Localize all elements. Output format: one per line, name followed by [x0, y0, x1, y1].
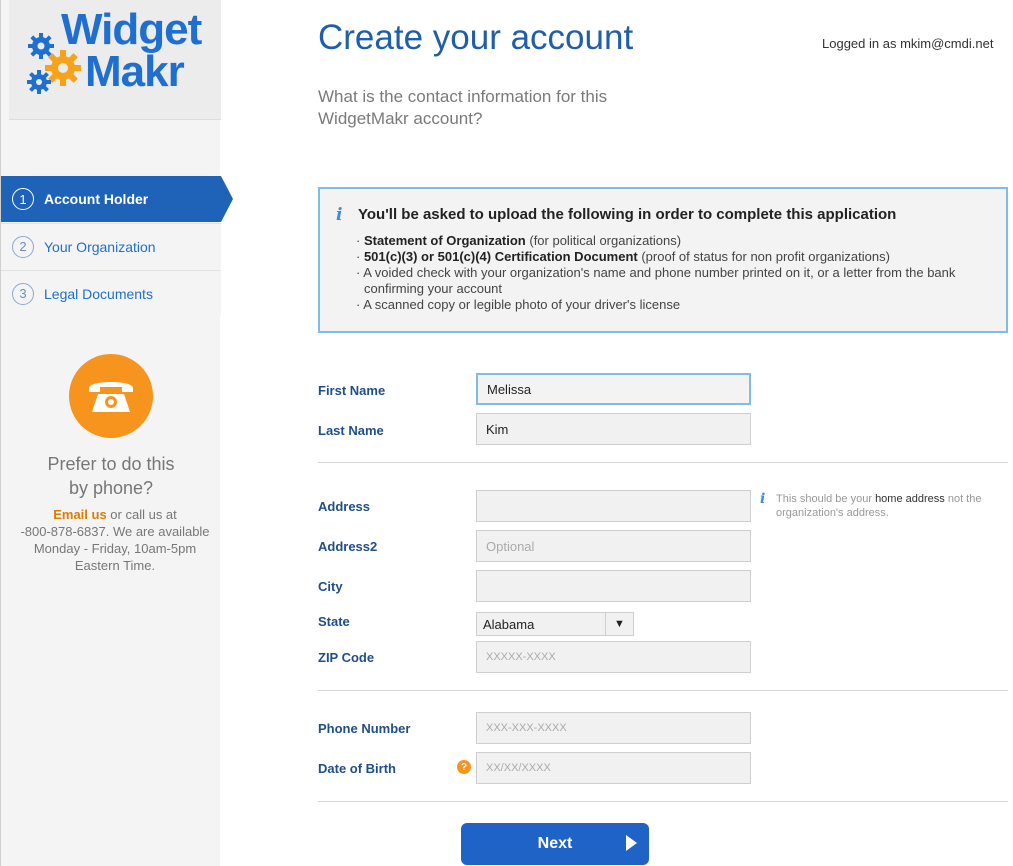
state-value: Alabama: [483, 616, 535, 632]
city-label: City: [318, 579, 343, 594]
contact-line4: Eastern Time.: [74, 558, 156, 573]
page-subtitle: What is the contact information for this…: [318, 87, 608, 128]
step-label: Legal Documents: [44, 285, 153, 302]
info-icon: i: [760, 491, 766, 507]
step-number: 2: [12, 235, 34, 258]
chevron-down-icon: ▼: [605, 613, 633, 635]
step-legal-documents[interactable]: 3 Legal Documents: [1, 270, 221, 316]
last-name-value: Kim: [486, 421, 509, 437]
contact-line2: -800-878-6837. We are available: [20, 524, 210, 539]
list-item: · A scanned copy or legible photo of you…: [356, 297, 681, 312]
step-number: 3: [12, 282, 34, 305]
first-name-label: First Name: [318, 383, 386, 398]
list-item: · Statement of Organization (for politic…: [356, 233, 682, 248]
sidebar: Widget Makr 1 Account Holder 2 Your Orga…: [0, 0, 233, 866]
address-input[interactable]: [476, 490, 751, 522]
zip-label: ZIP Code: [318, 650, 375, 665]
step-label: Your Organization: [44, 238, 156, 255]
phone-prompt-line2: by phone?: [68, 478, 154, 498]
next-label: Next: [537, 835, 573, 852]
address2-input[interactable]: Optional: [476, 530, 751, 562]
divider: [318, 801, 1008, 802]
logo-text-makr: Makr: [85, 47, 185, 96]
page-title: Create your account: [318, 18, 634, 57]
step-your-organization[interactable]: 2 Your Organization: [1, 223, 221, 269]
phone-placeholder: XXX-XXX-XXXX: [486, 722, 567, 734]
phone-prompt-line1: Prefer to do this: [47, 454, 175, 474]
logo[interactable]: Widget Makr: [9, 0, 221, 120]
upload-requirements-notice: i You'll be asked to upload the followin…: [318, 187, 1008, 333]
last-name-label: Last Name: [318, 423, 384, 438]
address2-placeholder: Optional: [486, 538, 535, 554]
city-input[interactable]: [476, 570, 751, 602]
first-name-input[interactable]: Melissa: [476, 373, 751, 405]
list-item: · A voided check with your organization'…: [356, 265, 956, 296]
address-label: Address: [318, 499, 371, 514]
logo-text-widget: Widget: [61, 5, 202, 54]
contact-line3: Monday - Friday, 10am-5pm: [33, 541, 197, 556]
phone-label: Phone Number: [318, 721, 411, 736]
step-account-holder[interactable]: 1 Account Holder: [1, 176, 233, 222]
dob-placeholder: XX/XX/XXXX: [486, 762, 551, 774]
help-icon[interactable]: ?: [457, 760, 471, 774]
first-name-value: Melissa: [487, 381, 532, 397]
step-label: Account Holder: [44, 191, 149, 207]
state-label: State: [318, 614, 350, 629]
requirements-list: · Statement of Organization (for politic…: [354, 233, 994, 313]
notice-heading: You'll be asked to upload the following …: [358, 206, 897, 223]
dob-label: Date of Birth: [318, 761, 396, 776]
phone-input[interactable]: XXX-XXX-XXXX: [476, 712, 751, 744]
zip-input[interactable]: XXXXX-XXXX: [476, 641, 751, 673]
zip-placeholder: XXXXX-XXXX: [486, 651, 556, 663]
state-select[interactable]: Alabama ▼: [476, 612, 634, 636]
logged-in-status: Logged in as mkim@cmdi.net: [822, 36, 994, 51]
contact-info: Email us or call us at -800-878-6837. We…: [1, 506, 229, 574]
next-button[interactable]: Next: [461, 823, 649, 865]
last-name-input[interactable]: Kim: [476, 413, 751, 445]
step-number: 1: [12, 188, 34, 210]
email-us-link[interactable]: Email us: [53, 507, 106, 522]
info-icon: i: [336, 205, 343, 225]
phone-prompt: Prefer to do this by phone?: [1, 452, 221, 500]
address2-label: Address2: [318, 539, 378, 554]
arrow-right-icon: [626, 835, 637, 851]
phone-icon: [69, 354, 153, 438]
list-item: · 501(c)(3) or 501(c)(4) Certification D…: [356, 249, 890, 264]
dob-input[interactable]: XX/XX/XXXX: [476, 752, 751, 784]
divider: [318, 462, 1008, 463]
divider: [318, 690, 1008, 691]
step-nav: 1 Account Holder 2 Your Organization 3 L…: [1, 176, 233, 317]
address-hint: This should be your home address not the…: [776, 493, 982, 519]
contact-line1: or call us at: [106, 507, 177, 522]
